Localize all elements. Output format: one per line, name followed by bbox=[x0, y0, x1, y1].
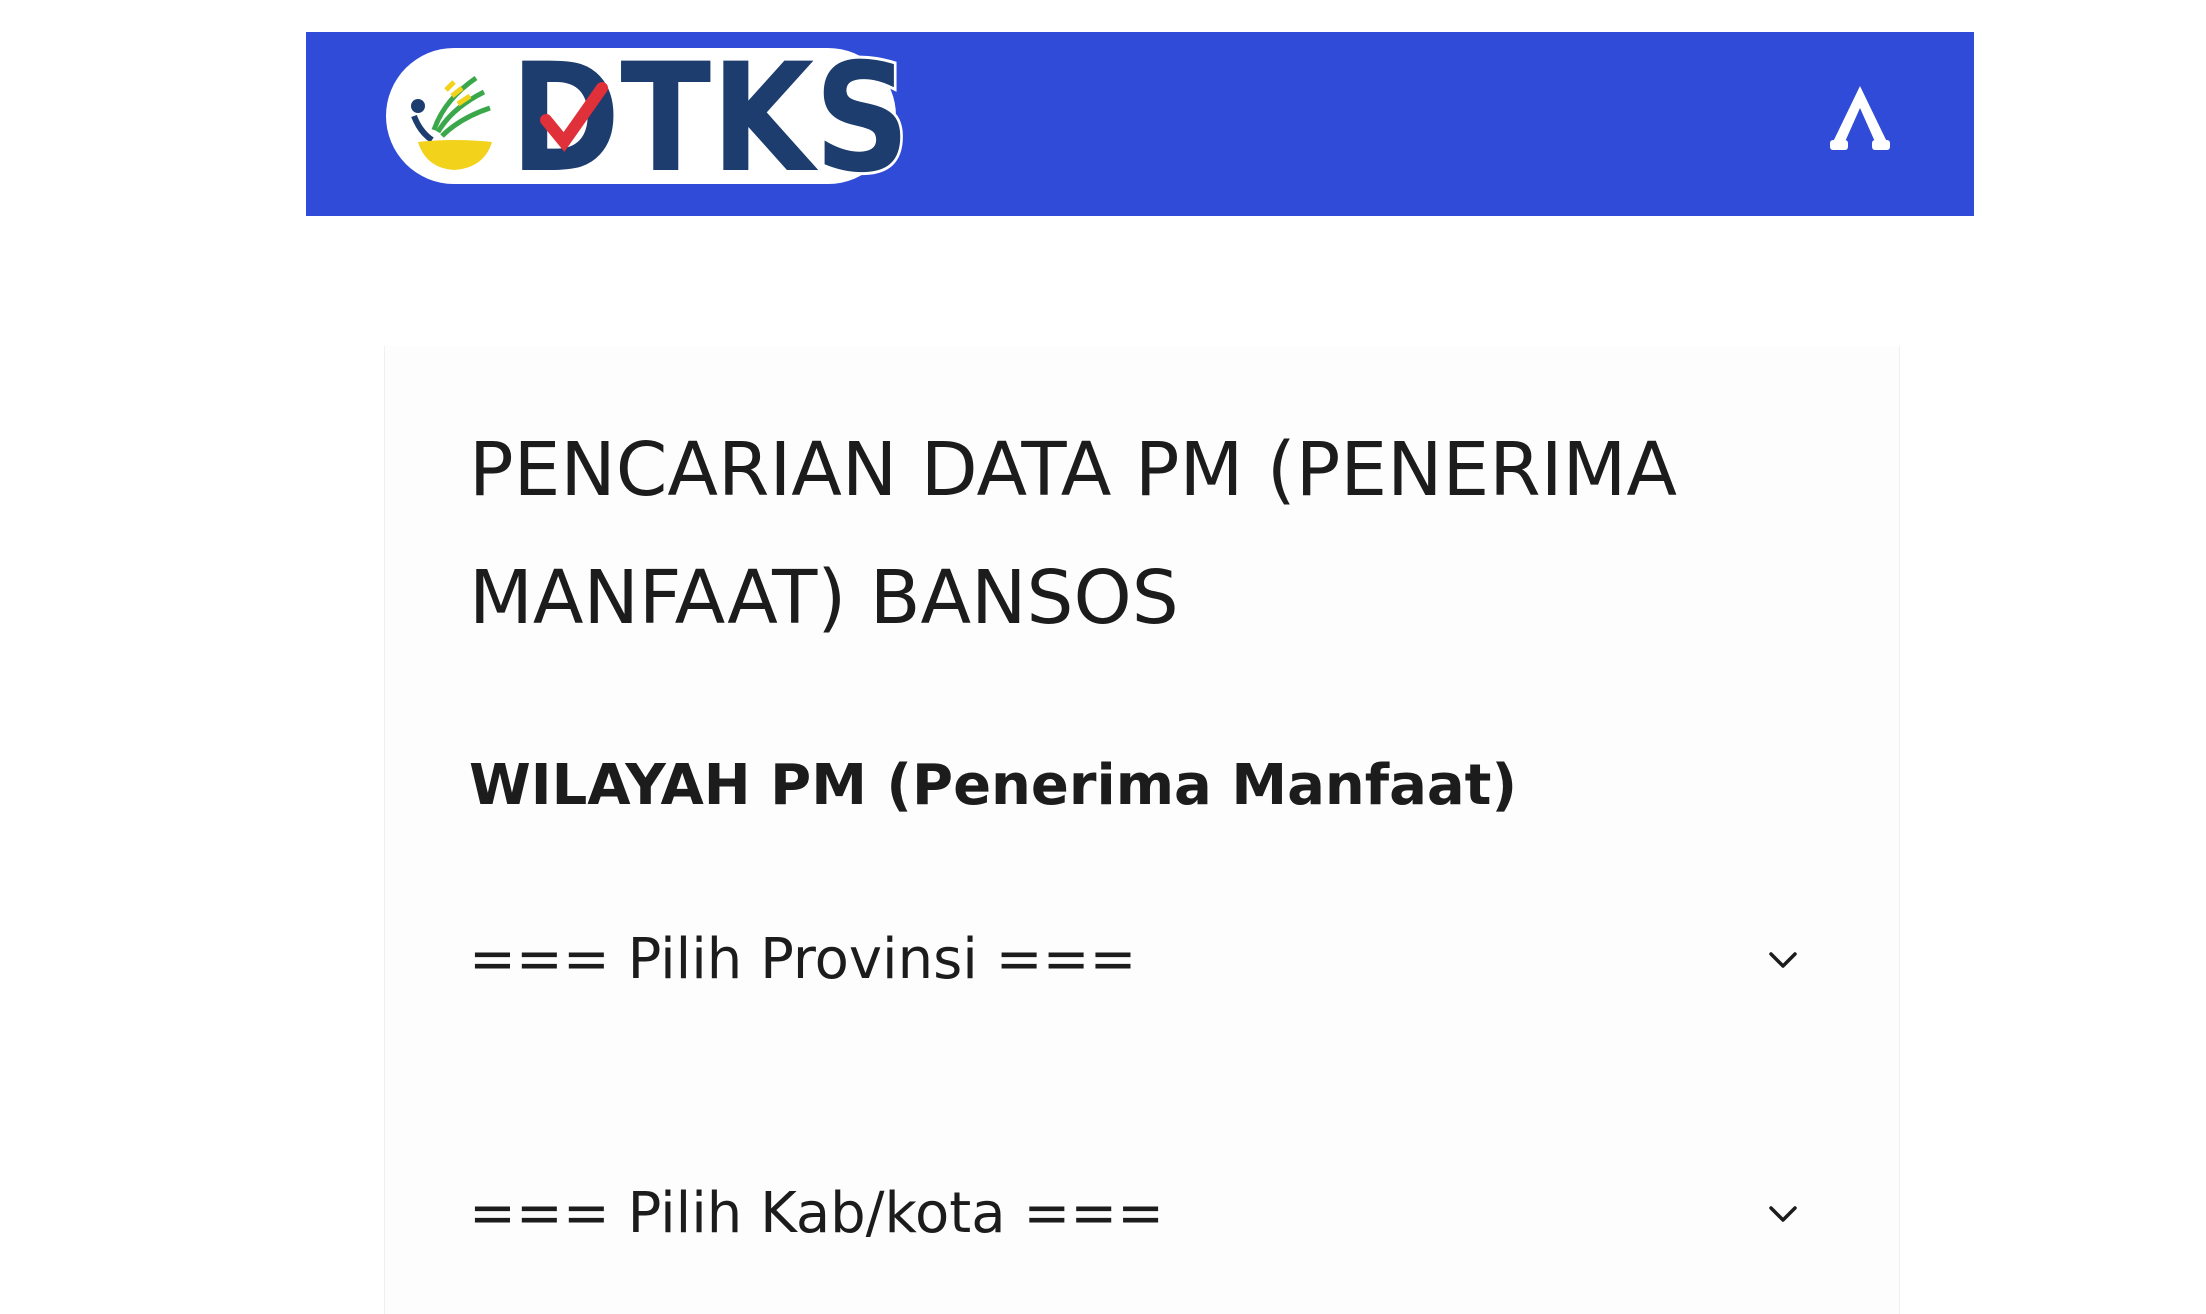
app-header: DTKS bbox=[306, 32, 1974, 216]
logo-emblem-icon bbox=[411, 75, 492, 170]
logo-wordmark: DTKS bbox=[507, 42, 913, 192]
region-section-label: WILAYAH PM (Penerima Manfaat) bbox=[469, 753, 1518, 818]
dtks-logo[interactable]: DTKS bbox=[386, 42, 918, 192]
caret-up-icon[interactable] bbox=[1822, 80, 1898, 156]
chevron-down-icon bbox=[1769, 1206, 1797, 1222]
chevron-down-icon bbox=[1769, 952, 1797, 968]
search-form-card: PENCARIAN DATA PM (PENERIMA MANFAAT) BAN… bbox=[384, 346, 1900, 1314]
kabkota-select-value: === Pilih Kab/kota === bbox=[469, 1181, 1165, 1246]
provinsi-select-value: === Pilih Provinsi === bbox=[469, 927, 1137, 992]
kabkota-select[interactable]: === Pilih Kab/kota === bbox=[469, 1166, 1815, 1262]
logo-text: DTKS bbox=[510, 42, 910, 192]
page-title: PENCARIAN DATA PM (PENERIMA MANFAAT) BAN… bbox=[469, 427, 1677, 641]
provinsi-select[interactable]: === Pilih Provinsi === bbox=[469, 912, 1815, 1008]
